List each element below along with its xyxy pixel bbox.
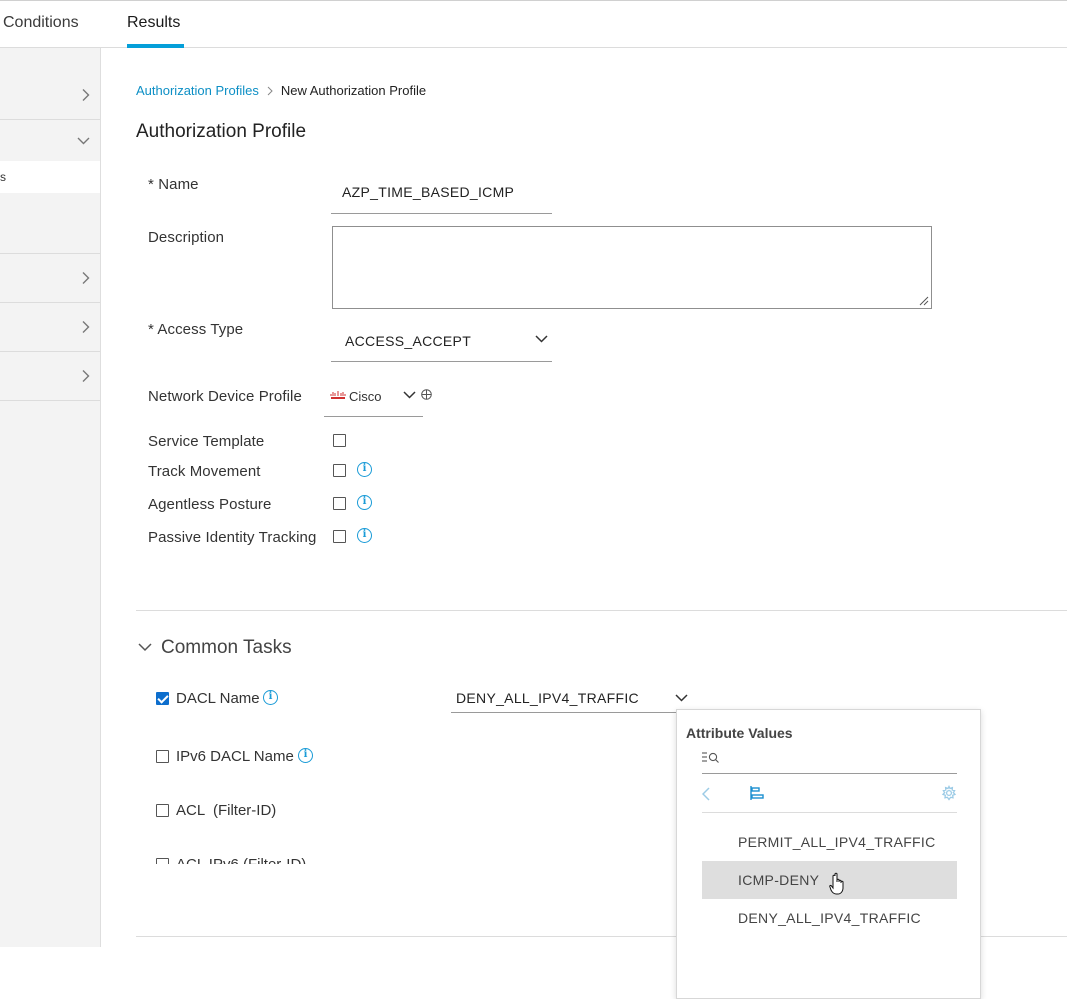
info-icon[interactable]: i: [263, 690, 278, 705]
gear-icon[interactable]: [941, 785, 957, 801]
description-label: Description: [148, 229, 225, 246]
attribute-option-label: PERMIT_ALL_IPV4_TRAFFIC: [738, 834, 936, 850]
sidebar-subitem-label: s: [0, 170, 6, 184]
info-icon[interactable]: i: [357, 462, 372, 477]
hand-cursor-icon: [829, 872, 844, 895]
acl-filter-id-label: ACL (Filter-ID): [176, 802, 277, 819]
chevron-down-icon: [675, 694, 688, 702]
passive-identity-tracking-label: Passive Identity Tracking: [148, 529, 317, 546]
popup-search-input[interactable]: [722, 750, 952, 770]
acl-filter-id-checkbox[interactable]: [156, 804, 169, 817]
network-device-profile-select[interactable]: Cisco: [324, 382, 423, 417]
dacl-name-value: DENY_ALL_IPV4_TRAFFIC: [456, 690, 639, 706]
access-type-select[interactable]: ACCESS_ACCEPT: [331, 322, 552, 362]
chevron-right-icon: [267, 86, 273, 95]
dacl-name-checkbox[interactable]: [156, 692, 169, 705]
access-type-value: ACCESS_ACCEPT: [345, 333, 472, 349]
chevron-right-icon: [82, 89, 90, 101]
tab-results-label: Results: [127, 14, 181, 31]
attribute-option-label: ICMP-DENY: [738, 872, 820, 888]
common-tasks-title[interactable]: Common Tasks: [161, 637, 292, 659]
dacl-name-select[interactable]: DENY_ALL_IPV4_TRAFFIC: [451, 685, 688, 713]
description-textarea[interactable]: [332, 226, 932, 309]
resize-handle-icon[interactable]: [917, 294, 929, 306]
tab-conditions-label: Conditions: [3, 14, 79, 31]
breadcrumb-current: New Authorization Profile: [280, 83, 427, 98]
info-icon[interactable]: i: [357, 528, 372, 543]
ipv6-dacl-name-label: IPv6 DACL Name: [176, 748, 294, 765]
filter-search-icon: [702, 752, 719, 763]
sidebar-item-1[interactable]: [0, 71, 100, 120]
chevron-down-icon: [403, 391, 416, 399]
popup-search: [702, 746, 957, 774]
dacl-name-label: DACL Name: [176, 690, 260, 707]
top-tab-bar: Conditions Results: [0, 0, 1067, 48]
acl-ipv6-filter-id-label: ACL IPv6 (Filter-ID): [176, 856, 306, 864]
sidebar-item-5[interactable]: [0, 352, 100, 401]
section-divider: [136, 610, 1067, 611]
chevron-left-icon[interactable]: [702, 787, 710, 801]
network-device-profile-label: Network Device Profile: [148, 388, 302, 405]
name-input[interactable]: AZP_TIME_BASED_ICMP: [331, 172, 552, 214]
tab-results[interactable]: Results: [127, 1, 184, 49]
breadcrumb-link-authorization-profiles[interactable]: Authorization Profiles: [136, 83, 259, 98]
popup-toolbar: [702, 774, 957, 813]
sidebar-item-2[interactable]: [0, 120, 100, 161]
breadcrumb: Authorization Profiles New Authorization…: [136, 83, 426, 98]
track-movement-label: Track Movement: [148, 463, 261, 480]
passive-identity-tracking-checkbox[interactable]: [333, 530, 346, 543]
chevron-down-icon[interactable]: [138, 643, 152, 652]
chevron-down-icon: [535, 335, 548, 343]
agentless-posture-label: Agentless Posture: [148, 496, 272, 513]
sidebar-subitem-selected[interactable]: s: [0, 161, 100, 193]
agentless-posture-checkbox[interactable]: [333, 497, 346, 510]
chevron-right-icon: [82, 272, 90, 284]
chevron-right-icon: [82, 321, 90, 333]
acl-ipv6-row-clipped: ACL IPv6 (Filter-ID): [141, 856, 441, 864]
tree-view-icon[interactable]: [749, 785, 765, 801]
acl-ipv6-filter-id-checkbox[interactable]: [156, 858, 169, 864]
popup-title: Attribute Values: [686, 725, 793, 741]
name-label: * Name: [148, 176, 199, 193]
info-icon[interactable]: i: [357, 495, 372, 510]
info-icon[interactable]: i: [298, 748, 313, 763]
ipv6-dacl-name-checkbox[interactable]: [156, 750, 169, 763]
page-title: Authorization Profile: [136, 121, 307, 142]
sidebar: s: [0, 48, 101, 947]
tab-conditions[interactable]: Conditions: [3, 1, 79, 49]
service-template-label: Service Template: [148, 433, 265, 450]
access-type-label: * Access Type: [148, 321, 244, 338]
chevron-down-icon: [77, 137, 90, 144]
main-content: Authorization Profiles New Authorization…: [101, 48, 1067, 999]
sidebar-item-4[interactable]: [0, 303, 100, 352]
network-device-profile-value: Cisco: [349, 389, 382, 404]
service-template-checkbox[interactable]: [333, 434, 346, 447]
attribute-option[interactable]: PERMIT_ALL_IPV4_TRAFFIC: [702, 823, 957, 861]
sidebar-item-3[interactable]: [0, 254, 100, 303]
chevron-right-icon: [82, 370, 90, 382]
globe-icon[interactable]: [421, 389, 432, 400]
track-movement-checkbox[interactable]: [333, 464, 346, 477]
attribute-option-label: DENY_ALL_IPV4_TRAFFIC: [738, 910, 921, 926]
cisco-logo-icon: [330, 391, 346, 399]
attribute-option[interactable]: DENY_ALL_IPV4_TRAFFIC: [702, 899, 957, 937]
attribute-values-popup: Attribute Values PERMIT_ALL_IPV4_TRAFFIC…: [676, 709, 981, 999]
sidebar-spacer: [0, 193, 100, 254]
